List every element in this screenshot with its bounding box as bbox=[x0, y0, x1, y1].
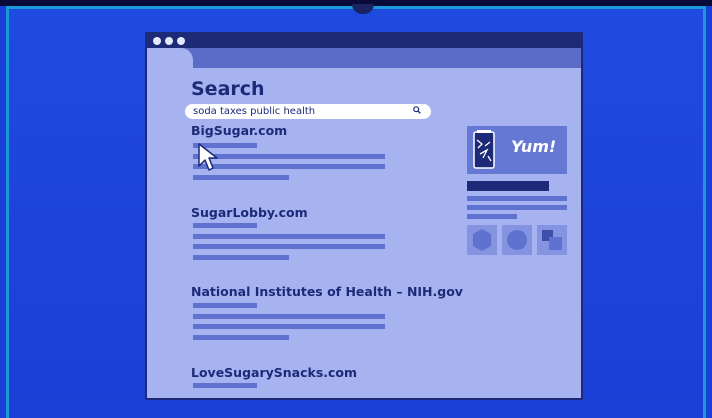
ad-thumbnail-squares[interactable] bbox=[537, 225, 567, 255]
ad-headline-bar bbox=[467, 181, 549, 191]
result-line bbox=[193, 175, 289, 180]
title-bar bbox=[147, 34, 581, 48]
window-dot-1[interactable] bbox=[153, 37, 161, 45]
result-line bbox=[193, 383, 257, 388]
page-title: Search bbox=[191, 78, 265, 100]
ad-text: Yum! bbox=[511, 137, 557, 156]
ad-thumbnail-hexagon[interactable] bbox=[467, 225, 497, 255]
result-line bbox=[193, 154, 385, 159]
result-line bbox=[193, 164, 385, 169]
result-link-lovesugarysnacks[interactable]: LoveSugarySnacks.com bbox=[191, 365, 357, 380]
search-query-text: soda taxes public health bbox=[193, 106, 316, 117]
browser-tab[interactable] bbox=[147, 48, 193, 70]
ad-line bbox=[467, 196, 567, 201]
result-link-sugarlobby[interactable]: SugarLobby.com bbox=[191, 205, 308, 220]
browser-window: Search soda taxes public health BigSugar… bbox=[145, 32, 583, 400]
search-input[interactable]: soda taxes public health bbox=[185, 104, 431, 119]
result-line bbox=[193, 255, 289, 260]
ad-line bbox=[467, 214, 517, 219]
result-line bbox=[193, 244, 385, 249]
result-line bbox=[193, 303, 257, 308]
hexagon-icon bbox=[473, 229, 491, 251]
result-line bbox=[193, 335, 289, 340]
squares-icon bbox=[542, 230, 562, 250]
tab-bar bbox=[147, 48, 581, 68]
window-dot-3[interactable] bbox=[177, 37, 185, 45]
search-icon[interactable] bbox=[413, 106, 421, 114]
result-link-bigsugar[interactable]: BigSugar.com bbox=[191, 123, 287, 138]
result-line bbox=[193, 324, 385, 329]
result-line bbox=[193, 314, 385, 319]
sidebar-ad[interactable]: Yum! bbox=[467, 126, 567, 174]
result-line bbox=[193, 223, 257, 228]
window-dot-2[interactable] bbox=[165, 37, 173, 45]
result-link-nih[interactable]: National Institutes of Health – NIH.gov bbox=[191, 284, 463, 299]
result-line bbox=[193, 234, 385, 239]
ad-thumbnail-circle[interactable] bbox=[502, 225, 532, 255]
cursor-icon bbox=[198, 143, 218, 171]
circle-icon bbox=[507, 230, 527, 250]
ad-line bbox=[467, 205, 567, 210]
soda-can-icon bbox=[473, 130, 495, 169]
